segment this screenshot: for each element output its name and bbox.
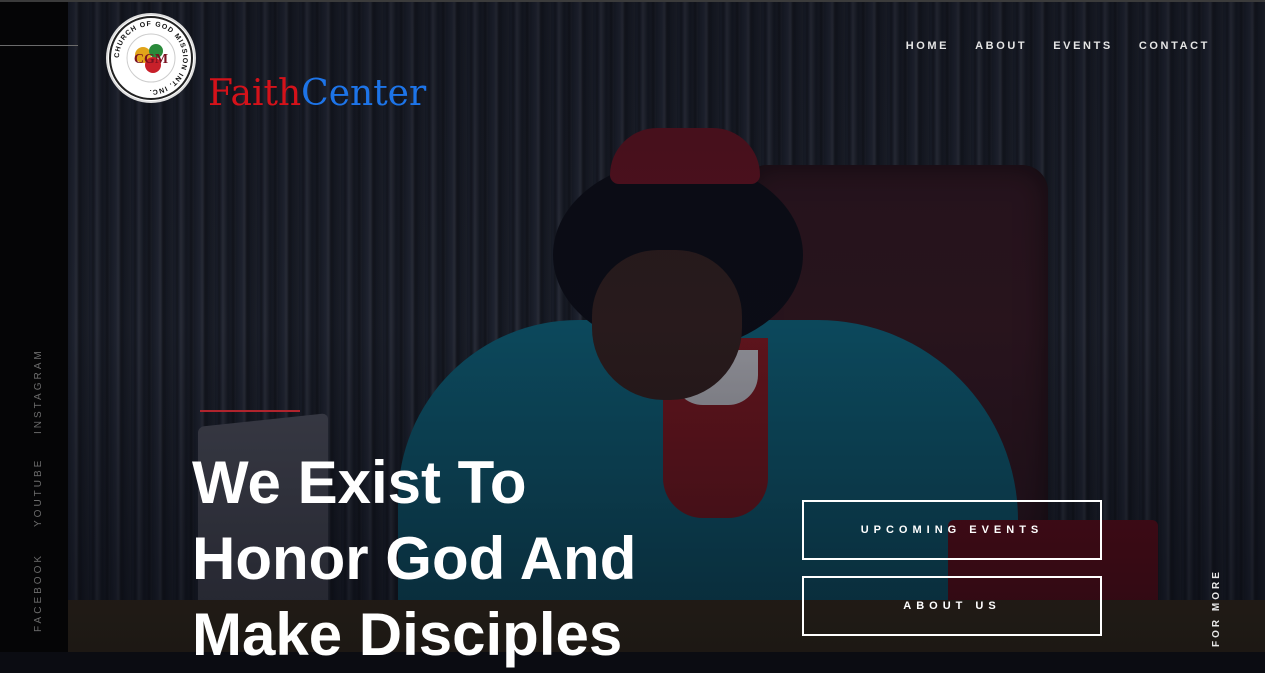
church-logo-emblem: CHURCH OF GOD MISSION INT. INC. CGM [109,16,193,100]
headline-accent-line [200,410,300,412]
hero-headline: We Exist To Honor God And Make Disciples [192,445,712,673]
nav-about[interactable]: ABOUT [975,40,1027,52]
svg-text:CGM: CGM [134,52,168,67]
nav-events[interactable]: EVENTS [1053,40,1113,52]
main-nav: HOME ABOUT EVENTS CONTACT [880,40,1210,52]
social-sidebar: FACEBOOK YOUTUBE INSTAGRAM [0,0,68,652]
nav-home[interactable]: HOME [906,40,949,52]
social-facebook-link[interactable]: FACEBOOK [33,553,44,632]
about-us-button[interactable]: ABOUT US [802,576,1102,636]
hero-headline-line-1: We Exist To [192,449,527,516]
hero-headline-line-3: Make Disciples [192,601,623,668]
social-instagram-link[interactable]: INSTAGRAM [33,348,44,434]
social-youtube-link[interactable]: YOUTUBE [33,458,44,527]
brand-name[interactable]: FaithCenter [208,73,426,114]
sidebar-divider [0,45,78,46]
nav-contact[interactable]: CONTACT [1139,40,1210,52]
brand-name-center: Center [301,73,427,114]
upcoming-events-button[interactable]: UPCOMING EVENTS [802,500,1102,560]
top-border [0,0,1265,2]
hero-headline-line-2: Honor God And [192,525,637,592]
scroll-for-more-hint[interactable]: FOR MORE [1211,569,1222,647]
brand-name-faith: Faith [208,73,302,114]
church-logo[interactable]: CHURCH OF GOD MISSION INT. INC. CGM [108,15,194,101]
